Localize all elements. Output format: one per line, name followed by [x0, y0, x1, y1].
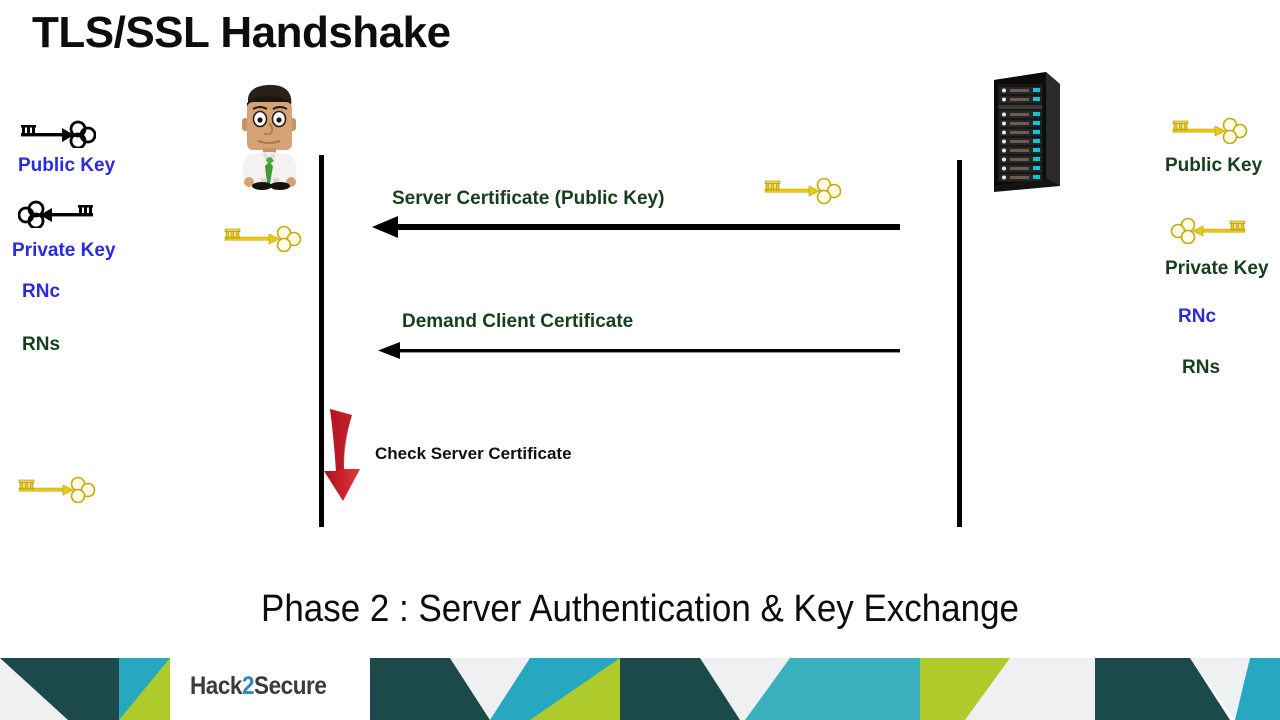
key-icon-bottom-left [16, 475, 98, 508]
key-icon-server-certificate [762, 176, 844, 209]
legend-label-public-key: Public Key [1165, 155, 1263, 176]
page-title: TLS/SSL Handshake [32, 8, 451, 57]
key-icon-black-right [18, 120, 97, 153]
legend-label-rnc: RNc [22, 281, 61, 302]
legend-label-rns: RNs [1182, 357, 1221, 378]
phase-caption: Phase 2 : Server Authentication & Key Ex… [261, 588, 1019, 630]
logo-text-part1: Hack [190, 672, 242, 700]
message-arrow-demand-client-certificate [378, 340, 900, 367]
logo-text-part2: 2 [241, 672, 255, 700]
message-label-demand-client-certificate: Demand Client Certificate [402, 311, 634, 332]
message-label-server-certificate: Server Certificate (Public Key) [392, 188, 665, 209]
legend-label-public-key: Public Key [18, 155, 116, 176]
logo-text-part3: Secure [254, 672, 327, 700]
footer-bar: Hack2Secure [0, 658, 1280, 720]
slide-canvas: TLS/SSL Handshake Public Key Private Key… [0, 0, 1280, 720]
server-lifeline [957, 160, 962, 527]
key-icon-gold-left [1170, 216, 1248, 249]
brand-logo: Hack2Secure [190, 672, 327, 701]
legend-label-private-key: Private Key [1165, 258, 1269, 279]
message-arrow-server-certificate [372, 214, 900, 247]
legend-label-private-key: Private Key [12, 240, 116, 261]
client-figure [222, 78, 314, 196]
server-rack [986, 68, 1066, 198]
key-icon-black-left [17, 200, 96, 233]
note-label-check-server-certificate: Check Server Certificate [375, 444, 572, 463]
legend-label-rnc: RNc [1178, 306, 1217, 327]
red-curved-down-arrow-icon [322, 405, 378, 510]
key-icon-gold-right [1170, 116, 1248, 149]
key-icon-client-holds [222, 224, 304, 257]
legend-label-rns: RNs [22, 334, 61, 355]
